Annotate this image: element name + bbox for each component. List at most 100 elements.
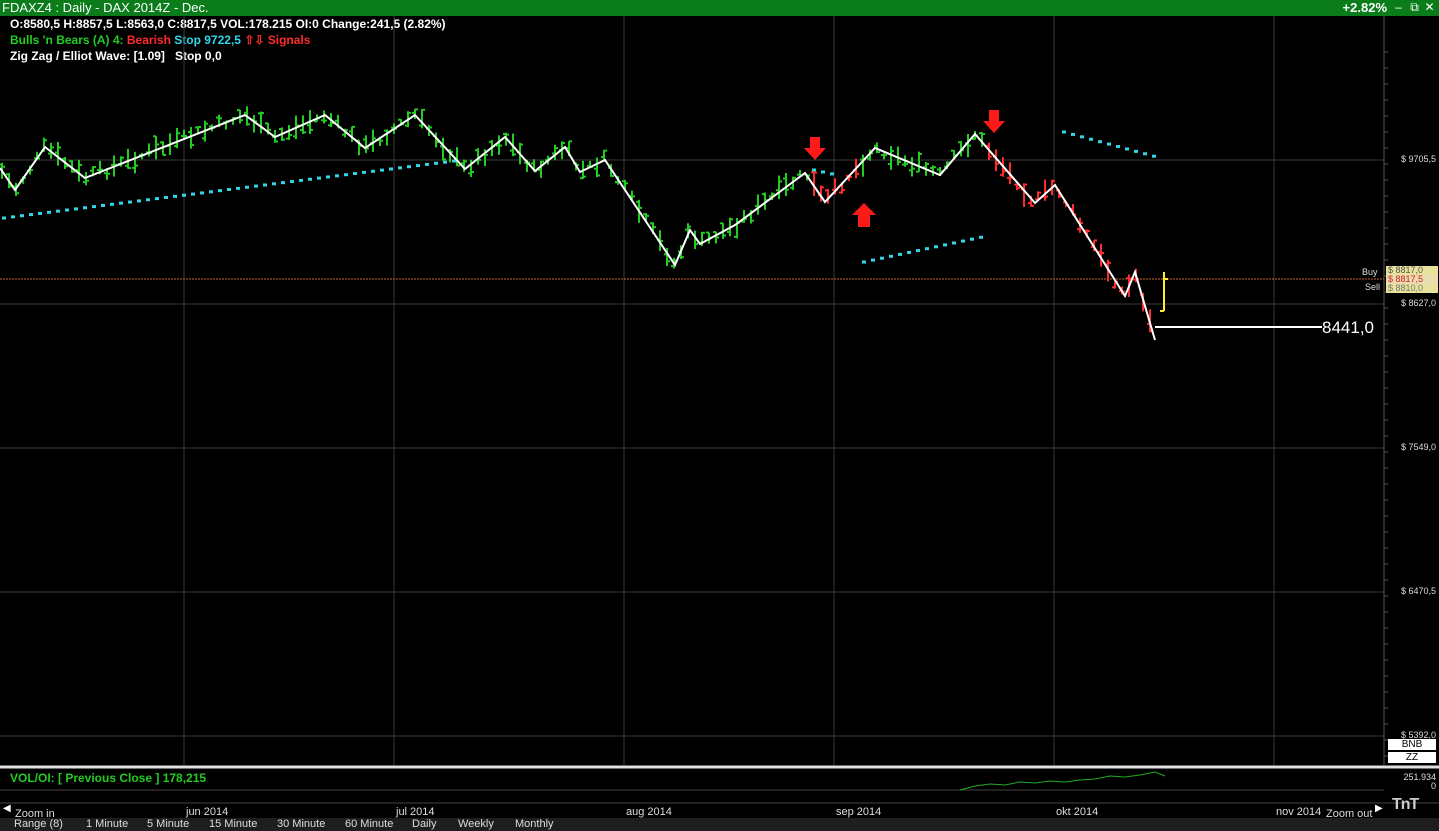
stop-dot xyxy=(812,168,816,172)
price-bar xyxy=(832,178,838,195)
price-bar xyxy=(545,155,551,165)
1-minute-button[interactable]: 1 Minute xyxy=(86,818,128,831)
price-bar xyxy=(867,149,873,161)
range-button[interactable]: Range (8) xyxy=(14,818,63,831)
stop-dot xyxy=(416,164,420,168)
timeframe-bar: Range (8) 1 Minute 5 Minute 15 Minute 30… xyxy=(0,818,1439,831)
price-bar xyxy=(272,130,278,143)
price-bar xyxy=(685,223,691,239)
price-bar xyxy=(538,160,544,178)
30-minute-button[interactable]: 30 Minute xyxy=(277,818,325,831)
price-bar xyxy=(1049,179,1055,196)
price-bar xyxy=(986,142,992,161)
stop-dot xyxy=(38,211,42,215)
scroll-right-icon[interactable]: ▶ xyxy=(1375,803,1383,814)
weekly-button[interactable]: Weekly xyxy=(458,818,494,831)
stop-dot xyxy=(1134,149,1138,153)
stop-dot xyxy=(155,197,159,201)
price-bar xyxy=(1042,179,1048,201)
price-bar xyxy=(370,129,376,152)
minimize-icon[interactable]: – xyxy=(1392,1,1405,14)
price-bar xyxy=(552,144,558,161)
price-bar xyxy=(391,123,397,134)
sell-signal-arrow xyxy=(983,110,1005,133)
price-bar xyxy=(160,141,166,156)
window-title: FDAXZ4 : Daily - DAX 2014Z - Dec. xyxy=(2,0,209,15)
price-bar xyxy=(650,222,656,235)
price-chart[interactable] xyxy=(0,0,1439,831)
price-bar xyxy=(1021,183,1027,207)
price-bar xyxy=(433,132,439,148)
price-axis-ticks xyxy=(1384,51,1388,757)
price-bar xyxy=(20,176,26,184)
volume-line xyxy=(959,771,1166,791)
stop-dot xyxy=(871,258,875,262)
price-bar xyxy=(965,134,971,158)
price-bar xyxy=(769,192,775,201)
5-minute-button[interactable]: 5 Minute xyxy=(147,818,189,831)
price-bars xyxy=(0,106,1168,333)
price-bar xyxy=(489,139,495,157)
zz-toggle-button[interactable]: ZZ xyxy=(1388,752,1436,763)
stop-dot xyxy=(317,176,321,180)
price-bar xyxy=(335,114,341,129)
stop-dot xyxy=(2,216,6,220)
price-bar xyxy=(69,160,75,173)
stop-dot xyxy=(110,202,114,206)
price-bar xyxy=(48,142,54,159)
close-icon[interactable]: ✕ xyxy=(1423,1,1436,14)
stop-dot xyxy=(335,174,339,178)
price-bar xyxy=(762,192,768,210)
stop-dot xyxy=(398,166,402,170)
price-bar xyxy=(328,112,334,127)
bnb-stop: Stop 9722,5 xyxy=(174,33,241,47)
stop-dot xyxy=(1071,132,1075,136)
60-minute-button[interactable]: 60 Minute xyxy=(345,818,393,831)
stop-dot xyxy=(1089,137,1093,141)
15-minute-button[interactable]: 15 Minute xyxy=(209,818,257,831)
price-bar xyxy=(629,190,635,202)
price-bar xyxy=(573,162,579,171)
price-bar xyxy=(678,245,684,260)
change-badge: +2.82% xyxy=(1342,0,1387,15)
price-bar xyxy=(825,189,831,204)
daily-button[interactable]: Daily xyxy=(412,818,436,831)
monthly-button[interactable]: Monthly xyxy=(515,818,554,831)
price-bar xyxy=(755,194,761,215)
stop-dot xyxy=(20,214,24,218)
price-bar xyxy=(349,125,355,143)
price-bar xyxy=(776,175,782,200)
price-bar xyxy=(524,159,530,172)
price-bar xyxy=(244,106,250,126)
date-tick-label: aug 2014 xyxy=(626,806,672,818)
price-bar xyxy=(461,159,467,172)
scroll-left-icon[interactable]: ◀ xyxy=(3,803,11,814)
price-bar xyxy=(377,136,383,147)
date-tick-label: okt 2014 xyxy=(1056,806,1099,818)
price-bar xyxy=(909,156,915,177)
price-bar xyxy=(902,155,908,167)
price-bar xyxy=(1119,286,1125,295)
price-bar xyxy=(1133,268,1139,283)
price-bar xyxy=(146,143,152,157)
price-bar xyxy=(419,108,425,129)
price-bar xyxy=(412,108,418,120)
price-tick-label: $ 7549,0 xyxy=(1400,442,1436,452)
stop-dot xyxy=(443,160,447,164)
date-tick-label: sep 2014 xyxy=(836,806,882,818)
price-bar xyxy=(454,147,460,167)
price-bar xyxy=(804,173,810,181)
stop-dot xyxy=(209,190,213,194)
bnb-state: Bearish xyxy=(126,33,171,47)
stop-dot xyxy=(227,188,231,192)
restore-icon[interactable]: ⧉ xyxy=(1408,1,1421,14)
stop-dot xyxy=(128,200,132,204)
price-bar xyxy=(363,135,369,154)
stop-dot xyxy=(299,178,303,182)
stop-dot xyxy=(1116,145,1120,149)
stop-dot xyxy=(164,195,168,199)
price-bar xyxy=(55,141,61,166)
sell-signal-arrow xyxy=(804,137,826,160)
zigzag-stop: Stop 0,0 xyxy=(174,49,222,63)
bnb-toggle-button[interactable]: BNB xyxy=(1388,739,1436,750)
